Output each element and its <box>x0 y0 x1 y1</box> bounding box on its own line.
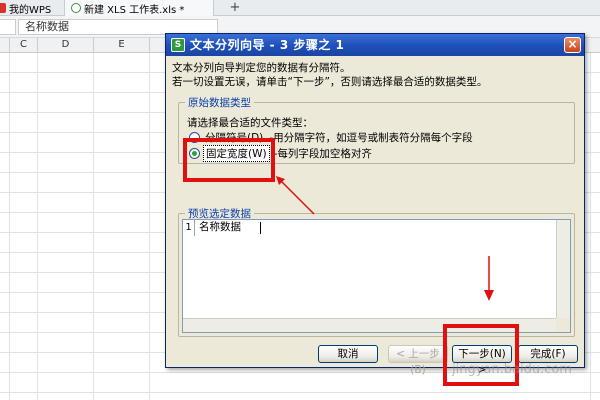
new-tab-button[interactable]: + <box>228 0 242 16</box>
annotation-arrow-icon <box>276 176 315 215</box>
grid-column-line <box>37 53 38 400</box>
group-label: 原始数据类型 <box>185 95 254 110</box>
close-icon: × <box>567 37 578 51</box>
annotation-highlight-fixed-width <box>183 138 275 182</box>
name-box[interactable] <box>0 19 16 35</box>
data-preview-pane[interactable]: 1 名称数据 <box>182 219 571 333</box>
file-type-prompt: 请选择最合适的文件类型： <box>187 117 313 129</box>
watermark: jingyan.baidu.com <box>452 362 572 377</box>
preview-row-number: 1 <box>183 220 195 236</box>
column-header-c[interactable]: C <box>10 38 38 53</box>
preview-row-text: 名称数据 <box>199 221 241 233</box>
dialog-title: 文本分列向导 - 3 步骤之 1 <box>190 38 345 52</box>
tab-label: 新建 XLS 工作表.xls * <box>84 4 185 16</box>
cancel-button[interactable]: 取消 <box>318 345 378 363</box>
scrollbar-corner <box>556 318 570 332</box>
wps-spreadsheet-icon: S <box>171 38 185 52</box>
dialog-title-bar[interactable]: S 文本分列向导 - 3 步骤之 1 × <box>166 34 584 56</box>
grid-column-line <box>93 53 94 400</box>
tab-my-wps[interactable]: 我的WPS <box>0 0 62 16</box>
grid-column-line <box>149 53 150 400</box>
column-header-d[interactable]: D <box>38 38 94 53</box>
text-cursor <box>260 222 261 234</box>
tab-xls-document[interactable]: 新建 XLS 工作表.xls * <box>64 0 214 16</box>
option-description: -用分隔字符，如逗号或制表符分隔每个字段 <box>269 131 473 144</box>
column-header-e[interactable]: E <box>94 38 150 53</box>
grid-column-line <box>9 53 10 400</box>
grid-column-line <box>590 53 591 400</box>
tab-label: 我的WPS <box>9 4 52 16</box>
close-button[interactable]: × <box>564 37 581 53</box>
annotation-arrow-icon <box>484 256 494 301</box>
wps-logo-icon <box>0 3 6 13</box>
column-header-partial[interactable] <box>0 38 10 53</box>
finish-button[interactable]: 完成(F) <box>518 345 578 363</box>
option-description: -每列字段加空格对齐 <box>273 147 372 160</box>
spreadsheet-file-icon <box>71 3 81 13</box>
intro-line-1: 文本分列向导判定您的数据有分隔符。 <box>172 62 351 74</box>
text-to-columns-wizard-dialog: S 文本分列向导 - 3 步骤之 1 × 文本分列向导判定您的数据有分隔符。 若… <box>165 33 585 376</box>
wizard-intro-text: 文本分列向导判定您的数据有分隔符。 若一切设置无误，请单击“下一步”，否则请选择… <box>172 61 572 89</box>
back-button[interactable]: < 上一步(B) <box>388 345 448 376</box>
preview-data-group: 预览选定数据 1 名称数据 <box>178 206 575 337</box>
vertical-scrollbar[interactable] <box>556 220 570 320</box>
intro-line-2: 若一切设置无误，请单击“下一步”，否则请选择最合适的数据类型。 <box>172 76 488 88</box>
document-tab-bar: 我的WPS 新建 XLS 工作表.xls * + <box>0 0 600 16</box>
